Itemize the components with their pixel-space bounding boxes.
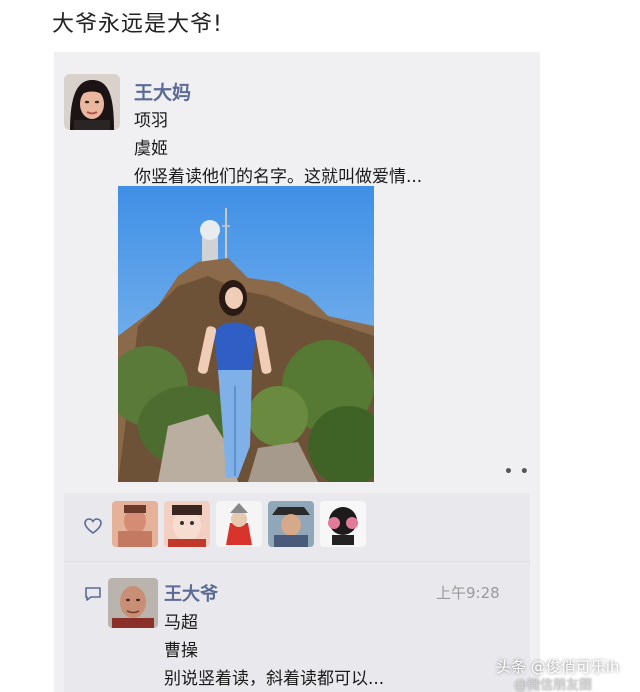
like-avatar-3[interactable] bbox=[216, 501, 262, 547]
comment-bubble-icon bbox=[85, 587, 101, 601]
moment-card: 王大妈 项羽 虞姬 你竖着读他们的名字。这就叫做爱情... • • 王大爷 上午… bbox=[54, 52, 540, 692]
heart-icon bbox=[84, 518, 102, 534]
moment-photo[interactable] bbox=[118, 186, 374, 482]
comment-line-3: 别说竖着读，斜着读都可以... bbox=[164, 669, 385, 689]
post-title: 大爷永远是大爷! bbox=[52, 12, 223, 37]
like-avatar-2[interactable] bbox=[164, 501, 210, 547]
author-name[interactable]: 王大妈 bbox=[134, 78, 191, 105]
comment-section: 王大爷 上午9:28 马超 曹操 别说竖着读，斜着读都可以... bbox=[64, 561, 530, 692]
like-avatar-5[interactable] bbox=[320, 501, 366, 547]
commenter-name[interactable]: 王大爷 bbox=[164, 580, 218, 606]
moment-line-1: 项羽 bbox=[134, 111, 168, 131]
author-avatar[interactable] bbox=[64, 74, 120, 130]
like-avatar-4[interactable] bbox=[268, 501, 314, 547]
moment-line-3: 你竖着读他们的名字。这就叫做爱情... bbox=[134, 167, 423, 187]
more-dots-icon[interactable]: • • bbox=[504, 464, 530, 480]
comment-time: 上午9:28 bbox=[436, 584, 500, 602]
likes-section bbox=[64, 493, 530, 561]
moment-line-2: 虞姬 bbox=[134, 139, 168, 159]
like-avatar-1[interactable] bbox=[112, 501, 158, 547]
commenter-avatar[interactable] bbox=[108, 578, 158, 628]
comment-line-1: 马超 bbox=[164, 613, 198, 633]
watermark-secondary: @微信朋友圈 bbox=[514, 678, 593, 692]
comment-line-2: 曹操 bbox=[164, 641, 198, 661]
post-page: 大爷永远是大爷! 王大妈 项羽 虞姬 你竖着读他们的名字。这就叫做爱情... •… bbox=[0, 0, 640, 692]
